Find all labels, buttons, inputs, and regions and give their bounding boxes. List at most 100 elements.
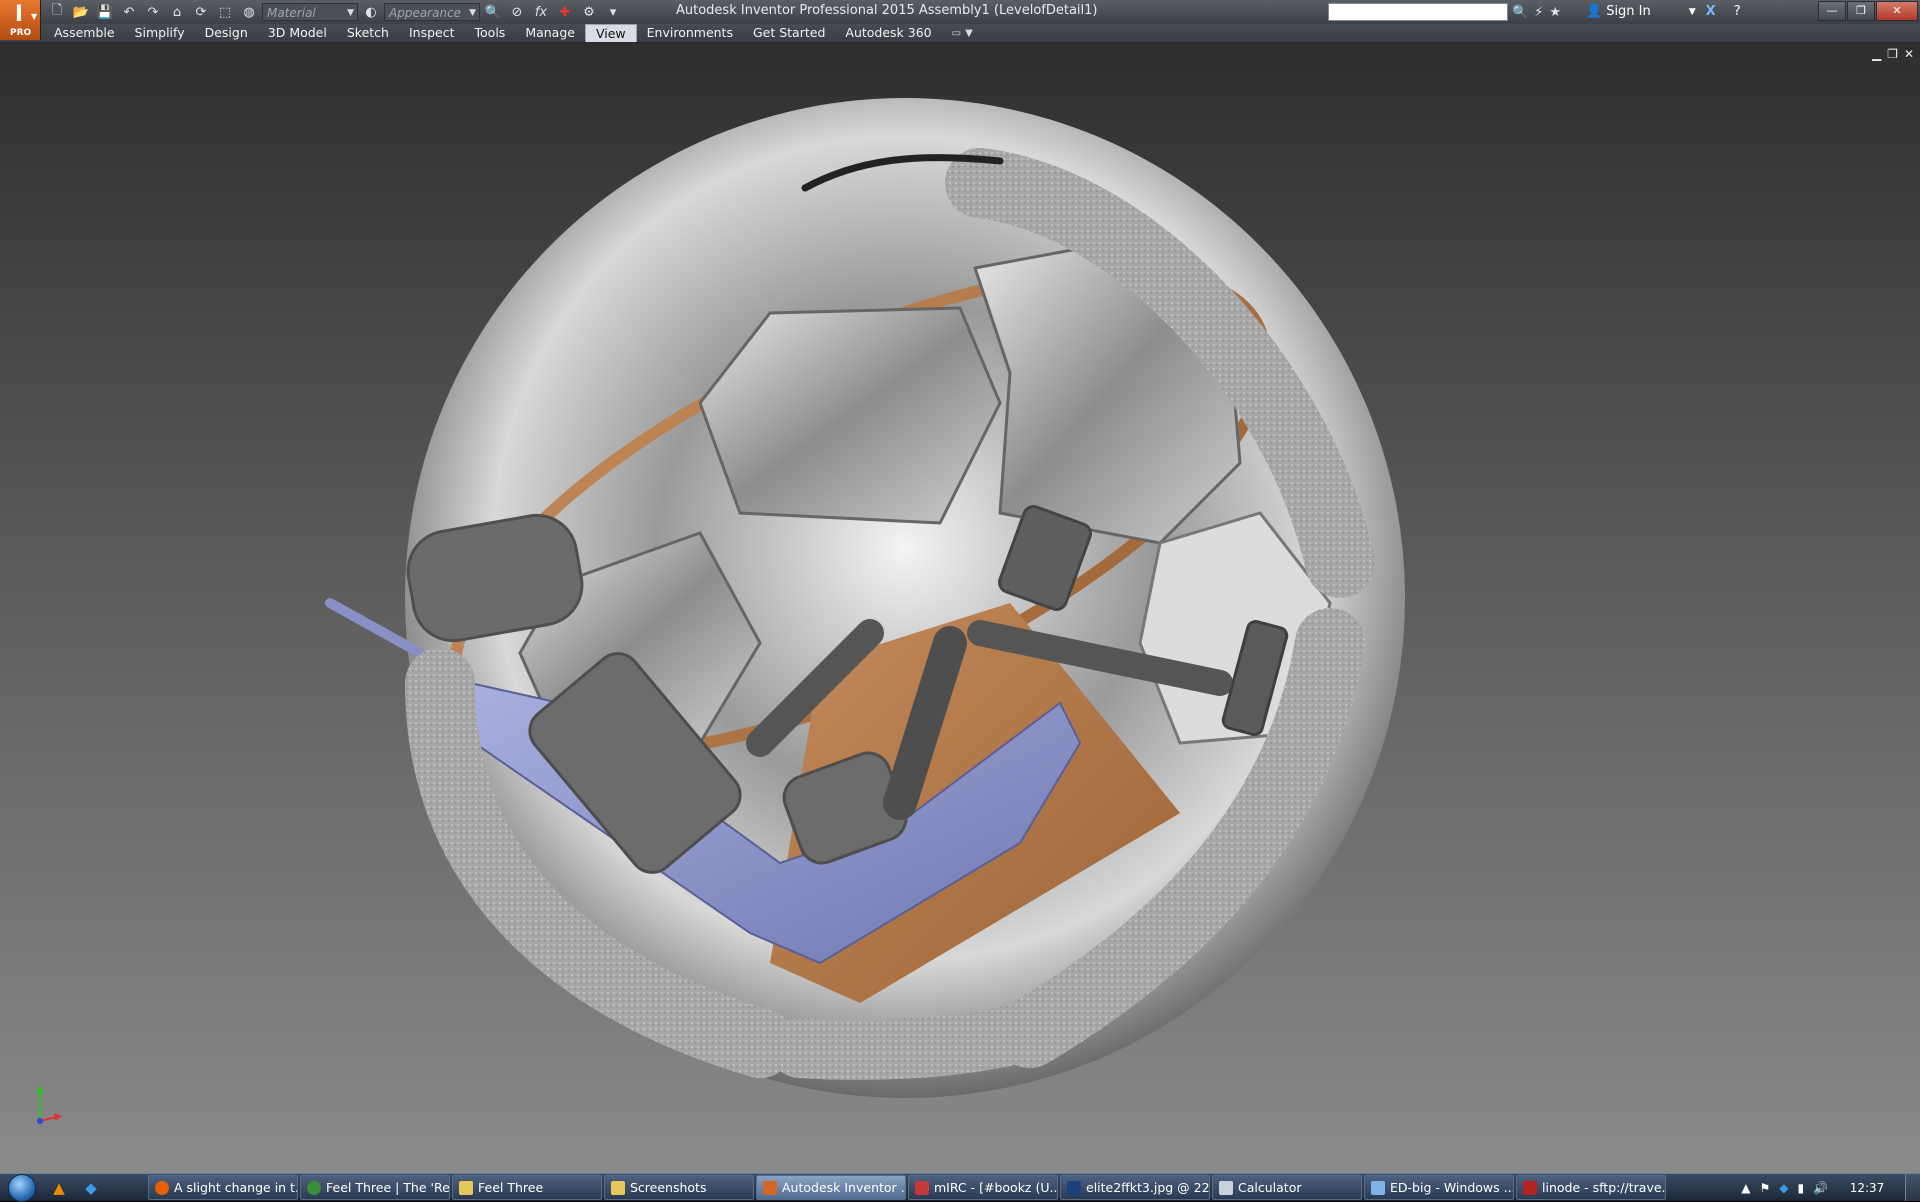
volume-icon[interactable]: 🔊 [1813,1181,1828,1195]
window-title: Autodesk Inventor Professional 2015 Asse… [676,3,1098,18]
new-file-icon[interactable]: 🗋 [46,2,68,22]
taskbar-item[interactable]: linode - sftp://trave... [1516,1175,1666,1200]
taskbar-item[interactable]: mIRC - [#bookz (U... [908,1175,1058,1200]
clear-appearance-icon[interactable]: ⊘ [506,2,528,22]
sign-in-button[interactable]: 👤 Sign In ▼ X ? [1586,3,1741,21]
firefox-icon [155,1180,169,1195]
chevron-down-icon: ▼ [347,8,354,18]
tab-assemble[interactable]: Assemble [44,24,125,42]
chevron-down-icon: ▼ [1688,7,1696,17]
measure-icon[interactable]: ✚ [554,2,576,22]
select-icon[interactable]: ⬚ [214,2,236,22]
taskbar-item[interactable]: Feel Three | The 'Re... [300,1175,450,1200]
explorer-icon [1371,1180,1385,1195]
inventor-icon [763,1180,777,1195]
quick-access-toolbar: 🗋 📂 💾 ↶ ↷ ⌂ ⟳ ⬚ ◍ Material ▼ ◐ Appearanc… [46,2,624,22]
undo-icon[interactable]: ↶ [118,2,140,22]
tab-view[interactable]: View [584,24,637,42]
restore-button[interactable]: ❐ [1847,1,1875,21]
taskbar-item[interactable]: Feel Three [452,1175,602,1200]
taskbar-item[interactable]: ED-big - Windows ... [1364,1175,1514,1200]
taskbar-item-label: linode - sftp://trave... [1542,1180,1666,1195]
tab-3d-model[interactable]: 3D Model [258,24,337,42]
dropbox-icon[interactable]: ◆ [76,1176,106,1200]
ribbon-display-toggle[interactable]: ▭ ▼ [942,24,973,42]
tab-autodesk-360[interactable]: Autodesk 360 [835,24,941,42]
color-wheel-icon[interactable]: ◍ [238,2,260,22]
system-tray: ▲ ⚑ ◆ ▮ 🔊 12:37 [1741,1181,1905,1195]
material-dropdown[interactable]: Material ▼ [262,3,358,21]
taskbar-item-label: mIRC - [#bookz (U... [934,1180,1058,1195]
title-bar: 🗋 📂 💾 ↶ ↷ ⌂ ⟳ ⬚ ◍ Material ▼ ◐ Appearanc… [0,0,1920,25]
user-icon: 👤 [1586,4,1603,19]
minimize-button[interactable]: — [1818,1,1846,21]
help-tools: 🔍 ⚡ ★ [1512,2,1561,22]
tab-tools[interactable]: Tools [465,24,516,42]
taskbar-item-label: Autodesk Inventor ... [782,1180,906,1195]
customize-icon[interactable]: ▾ [602,2,624,22]
tab-manage[interactable]: Manage [515,24,585,42]
ribbon-minimize-icon: ▭ [951,27,962,39]
function-icon[interactable]: fx [530,2,552,22]
vlc-icon[interactable]: ▲ [44,1176,74,1200]
action-center-flag-icon[interactable]: ⚑ [1759,1181,1770,1195]
axis-triad-icon[interactable] [28,1083,68,1133]
zoom-icon[interactable]: 🔍 [482,2,504,22]
taskbar-item[interactable]: Screenshots [604,1175,754,1200]
home-icon[interactable]: ⌂ [166,2,188,22]
foam-ring [770,1003,1050,1080]
appearance-placeholder: Appearance [389,6,462,20]
windows-taskbar: ▲ ◆ A slight change in t... Feel Three |… [0,1173,1920,1202]
help-search-input[interactable] [1328,3,1508,21]
taskbar-item-label: Calculator [1238,1180,1302,1195]
appearance-swatch-icon[interactable]: ◐ [360,2,382,22]
ipart-icon[interactable]: ⚙ [578,2,600,22]
tab-simplify[interactable]: Simplify [125,24,195,42]
chevron-down-icon: ▼ [965,27,973,39]
taskbar-item-label: Screenshots [630,1180,707,1195]
photoshop-icon [1067,1180,1081,1195]
appearance-dropdown[interactable]: Appearance ▼ [384,3,480,21]
open-file-icon[interactable]: 📂 [70,2,92,22]
tab-design[interactable]: Design [195,24,258,42]
redo-icon[interactable]: ↷ [142,2,164,22]
chrome-icon [307,1180,321,1195]
taskbar-item-label: ED-big - Windows ... [1390,1180,1514,1195]
inventor-logo-icon: I [14,2,24,27]
subscription-icon[interactable]: ⚡ [1534,5,1543,20]
ribbon-tabs: Assemble Simplify Design 3D Model Sketch… [44,24,973,42]
start-button[interactable] [0,1173,44,1202]
3d-model-render [325,98,1405,1098]
dropbox-tray-icon[interactable]: ◆ [1779,1181,1788,1195]
ribbon-bar: Assemble Simplify Design 3D Model Sketch… [0,24,1920,43]
folder-icon [611,1180,625,1195]
save-icon[interactable]: 💾 [94,2,116,22]
calculator-icon [1219,1180,1233,1195]
show-desktop-button[interactable] [1905,1174,1920,1201]
sign-in-label: Sign In [1606,4,1651,19]
application-menu-button[interactable]: I PRO ▼ [0,0,41,40]
taskbar-item[interactable]: Autodesk Inventor ... [756,1175,906,1200]
tab-environments[interactable]: Environments [637,24,743,42]
exchange-apps-icon[interactable]: X [1706,3,1716,21]
taskbar-item[interactable]: Calculator [1212,1175,1362,1200]
favorites-star-icon[interactable]: ★ [1549,5,1561,20]
material-placeholder: Material [267,6,316,20]
taskbar-item-label: Feel Three [478,1180,544,1195]
taskbar-item-label: Feel Three | The 'Re... [326,1180,450,1195]
close-button[interactable]: ✕ [1876,1,1918,21]
search-icon[interactable]: 🔍 [1512,5,1528,20]
tab-inspect[interactable]: Inspect [399,24,465,42]
graphics-viewport[interactable]: ▁ ❐ ✕ [0,43,1920,1173]
show-hidden-icons-icon[interactable]: ▲ [1741,1181,1750,1195]
help-icon[interactable]: ? [1734,3,1741,21]
folder-icon [459,1180,473,1195]
clock[interactable]: 12:37 [1837,1181,1897,1195]
taskbar-item[interactable]: elite2ffkt3.jpg @ 22... [1060,1175,1210,1200]
network-icon[interactable]: ▮ [1797,1181,1804,1195]
update-icon[interactable]: ⟳ [190,2,212,22]
tab-get-started[interactable]: Get Started [743,24,835,42]
taskbar-item[interactable]: A slight change in t... [148,1175,298,1200]
filezilla-icon [1523,1180,1537,1195]
tab-sketch[interactable]: Sketch [337,24,399,42]
